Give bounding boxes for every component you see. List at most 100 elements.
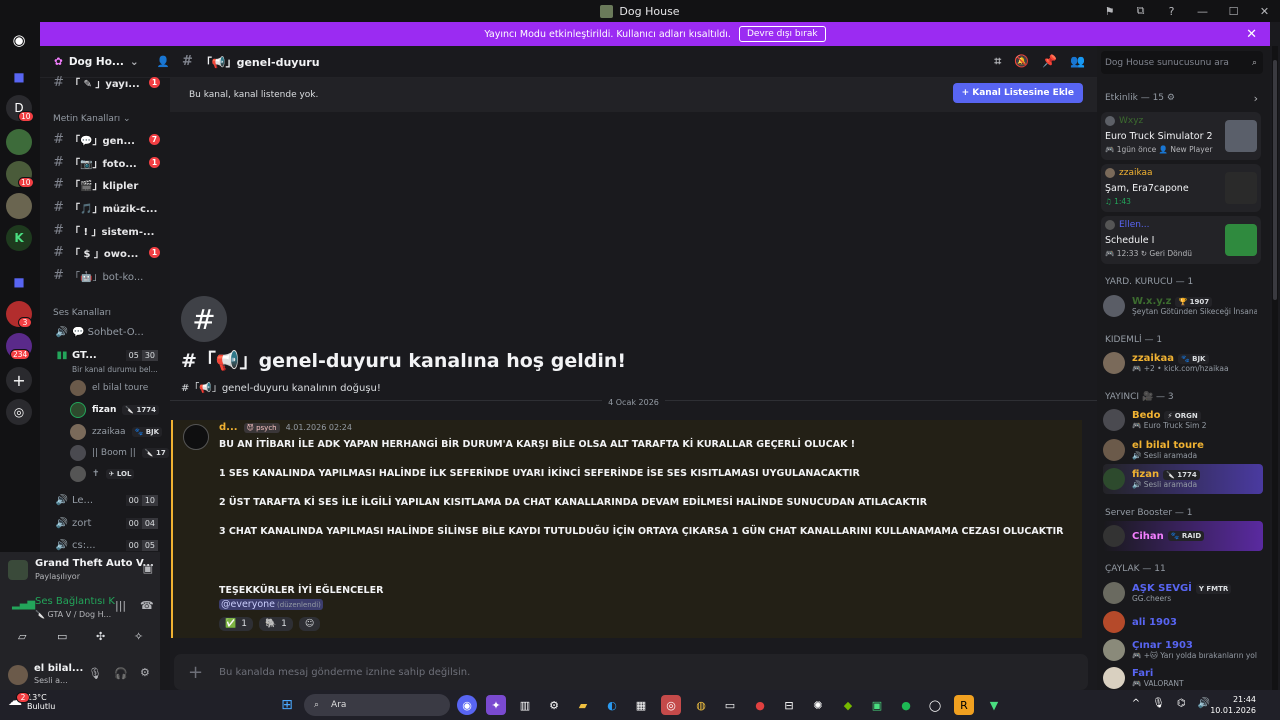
taskbar-search[interactable]: ⌕ Ara [304,694,450,716]
activity-card[interactable]: zzaikaa Şam, Era7capone ♫ 1:43 [1101,164,1261,212]
member-item[interactable]: AŞK SEVGİ Y FMTR GG.cheers [1103,578,1263,608]
voice-user[interactable]: el bilal toure [70,378,148,397]
member-item[interactable]: Fari 🎮 VALORANT [1103,663,1263,693]
network-icon[interactable]: ⌬ [1177,698,1186,709]
channel-item[interactable]: # 「📷」foto... 1 [40,152,170,172]
member-item[interactable]: ali 1903 [1103,607,1263,637]
steam-icon[interactable]: ◎ [661,695,681,715]
scrollbar-thumb[interactable] [1273,60,1277,300]
headphones-icon[interactable]: 🎧 [114,667,128,680]
app-icon[interactable]: ▭ [720,695,740,715]
mute-bell-icon[interactable]: 🔕 [1014,54,1029,69]
copilot-icon[interactable]: ✦ [486,695,506,715]
channel-item[interactable]: # 「💬」gen... 7 [40,129,170,149]
microphone-icon[interactable]: 🎙 [88,667,102,680]
activity-card[interactable]: Ellen... Schedule I 🎮 12:33 ↻ Geri Döndü [1101,216,1261,264]
screenshare-icon[interactable]: ▭ [57,630,67,643]
member-item[interactable]: fizan 🔪 1774 🔊 Sesli aramada [1103,464,1263,494]
member-item[interactable]: Cihan 🐾 RAID [1103,521,1263,551]
chevron-up-icon[interactable]: ^ [1132,698,1140,709]
server-icon[interactable]: 234 [6,333,32,360]
stream-icon[interactable]: ▣ [143,562,153,575]
rockstar-icon[interactable]: R [954,695,974,715]
chatgpt-icon[interactable]: ✺ [808,695,828,715]
app-icon[interactable]: ▣ [867,695,887,715]
store-icon[interactable]: ▦ [631,695,651,715]
text-category[interactable]: Metin Kanalları ⌄ [53,114,131,124]
settings-taskbar-icon[interactable]: ⚙ [544,695,564,715]
voice-category[interactable]: Ses Kanalları [53,308,111,318]
message-author[interactable]: d... [219,422,238,433]
pin-icon[interactable]: 📌 [1042,54,1057,69]
server-icon[interactable]: 3 [6,301,32,328]
discover-icon[interactable]: ◎ [6,399,32,425]
voice-channel[interactable]: 🔊 💬 Sohbet-O... [40,322,170,342]
window-scrollbar[interactable] [1272,46,1278,690]
channel-item[interactable]: # 「🎬」klipler [40,174,170,194]
nvidia-icon[interactable]: ◆ [838,695,858,715]
disconnect-icon[interactable]: ☎ [140,599,154,612]
task-view-icon[interactable]: ▥ [515,695,535,715]
voice-channel[interactable]: 🔊 zort 00 04 [40,513,170,533]
voice-user[interactable]: zzaikaa 🐾 BJK [70,422,163,441]
video-icon[interactable]: ▱ [18,630,26,643]
banner-close-icon[interactable]: ✕ [1246,27,1257,42]
soundboard-icon[interactable]: ✧ [134,630,143,643]
mention[interactable]: @everyone (düzenlendi) [219,599,323,610]
activities-icon[interactable]: ✣ [96,630,105,643]
voice-channel[interactable]: 🔊 Le... 00 10 [40,490,170,510]
screen-share-icon[interactable]: ⧉ [1125,4,1156,18]
app-icon[interactable]: ● [750,695,770,715]
voice-user[interactable]: || Boom || 🔪 17 [70,443,169,462]
server-icon[interactable] [6,193,32,219]
reaction[interactable]: ✅ 1 [219,617,253,631]
voice-user[interactable]: ✝ ✈ LOL [70,464,135,483]
channel-item[interactable]: # 「🎵」müzik-c... [40,197,170,217]
server-icon[interactable]: K [6,225,32,251]
chevron-right-icon[interactable]: › [1254,92,1258,105]
member-item[interactable]: Bedo ⚡ ORGN 🎮 Euro Truck Sim 2 [1103,405,1263,435]
server-icon[interactable]: D 10 [6,95,34,122]
edge-icon[interactable]: ◐ [602,695,622,715]
discord-home-icon[interactable]: ◉ [6,27,32,53]
members-icon[interactable]: 👥 [1070,54,1085,69]
discord-taskbar-icon[interactable]: ◉ [457,695,477,715]
channel-item[interactable]: # 「 $ 」owo... 1 [40,242,170,262]
server-icon[interactable]: 10 [6,161,34,188]
help-icon[interactable]: ? [1156,5,1187,18]
member-item[interactable]: Çınar 1903 🎮 +🐱 Yarı yolda bırakanların y… [1103,635,1263,665]
message[interactable]: d... 😈 psych 4.01.2026 02:24 BU AN İTİBA… [171,420,1082,638]
search-input[interactable]: Dog House sunucusunu ara ⌕ [1101,51,1263,74]
activity-card[interactable]: W​xy​z Euro Truck Simulator 2 🎮 1gün önc… [1101,112,1261,160]
avatar[interactable] [183,424,209,450]
volume-icon[interactable]: 🔊 [1198,698,1210,709]
app-icon[interactable]: ◯ [925,695,945,715]
channel-item[interactable]: # 「 ✎ 」yayı... 1 [40,72,170,92]
windows-start-icon[interactable]: ⊞ [277,695,297,715]
add-reaction-button[interactable]: ☺ [298,617,321,631]
invite-icon[interactable]: 👤 [157,55,170,68]
settings-icon[interactable]: ⚙ [140,666,150,679]
chrome-icon[interactable]: ◍ [691,695,711,715]
spotify-icon[interactable]: ● [896,695,916,715]
close-button[interactable]: ✕ [1249,5,1280,18]
maximize-button[interactable]: ☐ [1218,5,1249,18]
avatar[interactable] [8,665,28,685]
voice-channel-link[interactable]: 🔪 GTA V / Dog H... [35,610,111,619]
add-server-icon[interactable]: + [6,367,32,393]
folder-icon[interactable]: ■ [6,64,32,90]
folder-icon[interactable]: ■ [6,269,32,295]
activity-panel[interactable]: Grand Theft Auto V... Paylaşılıyor ▣ [0,552,160,590]
noise-suppression-icon[interactable]: ||| [115,599,126,612]
app-icon[interactable]: ⊟ [779,695,799,715]
member-item[interactable]: zzaikaa 🐾 BJK 🎮 +2 • kick.com/hzaikaa [1103,348,1263,378]
reaction[interactable]: 🐘 1 [258,617,293,631]
file-explorer-icon[interactable]: ▰ [573,695,593,715]
minimize-button[interactable]: — [1187,5,1218,18]
inbox-icon[interactable]: ⚑ [1094,5,1125,18]
signal-icon[interactable]: ▂▄▆ [12,599,35,610]
threads-icon[interactable]: ⌗ [994,54,1001,69]
member-item[interactable]: W.x.y.z 🏆 1907 Şeytan Götünden Sikeceği İn… [1103,291,1263,321]
app-icon[interactable]: ▼ [984,695,1004,715]
voice-user[interactable]: fizan 🔪 1774 [70,400,160,419]
